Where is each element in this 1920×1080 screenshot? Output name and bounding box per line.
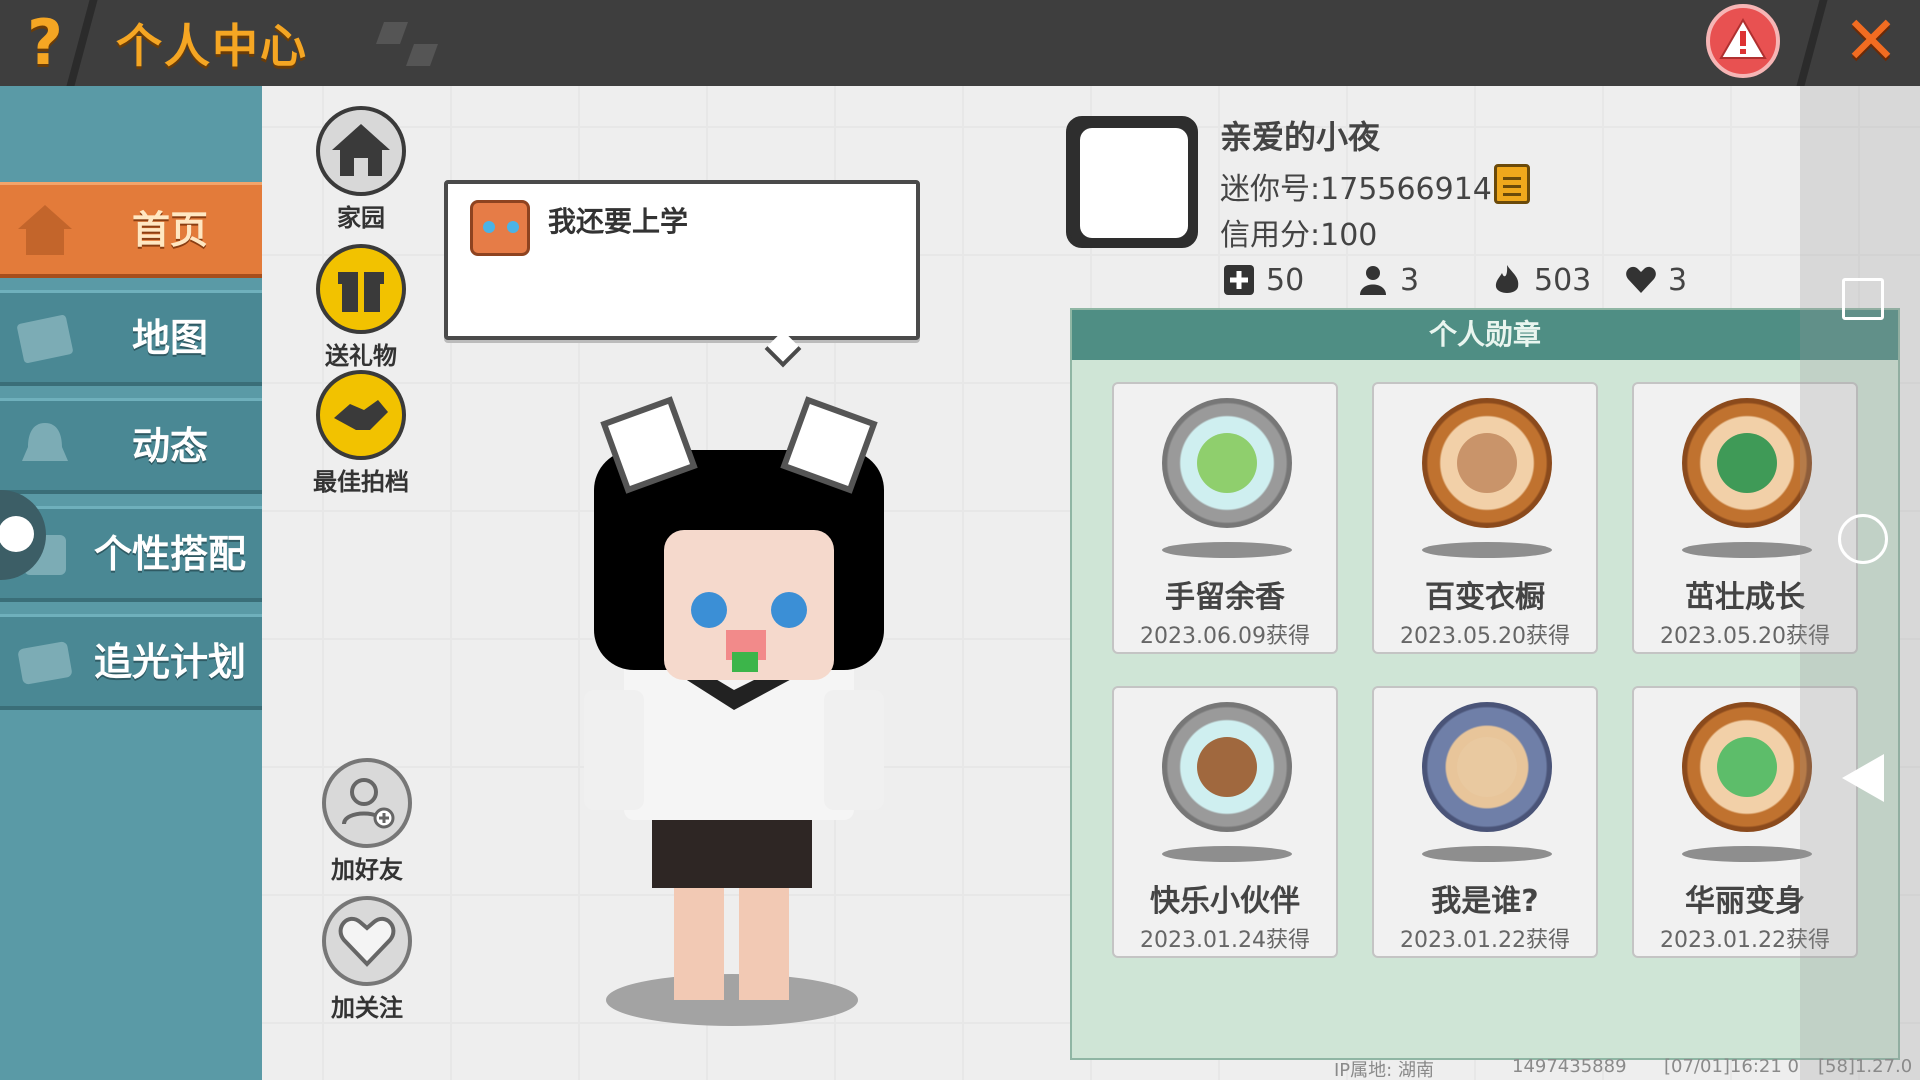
- player-name: 亲爱的小夜: [1220, 118, 1381, 156]
- heart-icon: [322, 896, 412, 986]
- sidebar-item-feed[interactable]: 动态: [0, 398, 262, 494]
- sidebar-item-label: 追光计划: [93, 640, 246, 684]
- warning-icon: [1719, 18, 1767, 59]
- ip-location: IP属地: 湖南: [1334, 1060, 1434, 1080]
- badge-panel-title: 个人勋章: [1072, 310, 1898, 360]
- version: [58]1.27.0: [1818, 1056, 1913, 1077]
- stat-item: 50: [1222, 258, 1304, 302]
- sidebar-item-label: 地图: [131, 316, 208, 360]
- system-nav-bar: [1800, 86, 1920, 1080]
- badge-card[interactable]: 快乐小伙伴 2023.01.24获得: [1112, 686, 1338, 958]
- top-bar: ? 个人中心 ✕: [0, 0, 1920, 86]
- close-button[interactable]: ✕: [1836, 6, 1906, 76]
- badge-card[interactable]: 我是谁? 2023.01.22获得: [1372, 686, 1598, 958]
- crying-emoji-icon: [470, 200, 530, 256]
- leaf-medal-icon: [1162, 398, 1292, 528]
- decorative-stripes: [375, 22, 440, 66]
- postcard-medal-icon: [1422, 702, 1552, 832]
- copy-icon[interactable]: [1494, 164, 1530, 204]
- sidebar: 首页 地图 动态 个性搭配 追光计划: [0, 86, 262, 1080]
- divider: [1796, 0, 1828, 86]
- add-friend-button[interactable]: 加好友: [312, 758, 422, 885]
- sidebar-item-chase-light[interactable]: 追光计划: [0, 614, 262, 710]
- transform-medal-icon: [1682, 702, 1812, 832]
- avatar[interactable]: [1066, 116, 1198, 248]
- status-text: 我还要上学: [548, 205, 689, 238]
- add-user-icon: [322, 758, 412, 848]
- credit-score: 信用分:100: [1220, 218, 1378, 253]
- send-gift-button[interactable]: 送礼物: [306, 244, 416, 371]
- mini-id: 迷你号:1755669142: [1220, 172, 1511, 207]
- character-model[interactable]: [574, 390, 904, 1030]
- sidebar-item-label: 个性搭配: [93, 532, 246, 576]
- home-button[interactable]: 家园: [306, 106, 416, 233]
- sidebar-item-map[interactable]: 地图: [0, 290, 262, 386]
- people-icon: [1360, 266, 1386, 295]
- sidebar-item-home[interactable]: 首页: [0, 182, 262, 278]
- page-title: 个人中心: [116, 19, 308, 73]
- user-uid: 1497435889: [1512, 1056, 1627, 1077]
- plus-square-icon: [1224, 265, 1254, 295]
- bell-icon: [22, 423, 68, 461]
- badge-panel: 个人勋章 手留余香 2023.06.09获得 百变衣橱 2023.05.20获得…: [1070, 308, 1900, 1060]
- badge-card[interactable]: 手留余香 2023.06.09获得: [1112, 382, 1338, 654]
- stat-item: 3: [1624, 258, 1687, 302]
- report-button[interactable]: [1706, 4, 1780, 78]
- timestamp: [07/01]16:21 0: [1664, 1056, 1799, 1077]
- back-icon[interactable]: [1842, 754, 1884, 802]
- best-partner-button[interactable]: 最佳拍档: [306, 370, 416, 497]
- wardrobe-medal-icon: [1422, 398, 1552, 528]
- map-icon: [17, 314, 73, 364]
- stat-item: 3: [1356, 258, 1419, 302]
- help-button[interactable]: ?: [10, 8, 80, 78]
- home-circle-icon[interactable]: [1838, 514, 1888, 564]
- badge-card[interactable]: 百变衣橱 2023.05.20获得: [1372, 382, 1598, 654]
- house-icon: [18, 205, 72, 255]
- stat-item: 503: [1490, 258, 1591, 302]
- friends-medal-icon: [1162, 702, 1292, 832]
- gift-icon: [316, 244, 406, 334]
- house-icon: [316, 106, 406, 196]
- ticket-icon: [18, 641, 72, 685]
- follow-button[interactable]: 加关注: [312, 896, 422, 1023]
- flame-icon: [1495, 265, 1519, 293]
- sidebar-item-label: 动态: [131, 424, 208, 468]
- dino-medal-icon: [1682, 398, 1812, 528]
- status-bubble: 我还要上学: [444, 180, 920, 368]
- handshake-icon: [316, 370, 406, 460]
- recents-icon[interactable]: [1842, 278, 1884, 320]
- hearts-icon: [1626, 266, 1656, 293]
- sidebar-item-label: 首页: [131, 208, 208, 252]
